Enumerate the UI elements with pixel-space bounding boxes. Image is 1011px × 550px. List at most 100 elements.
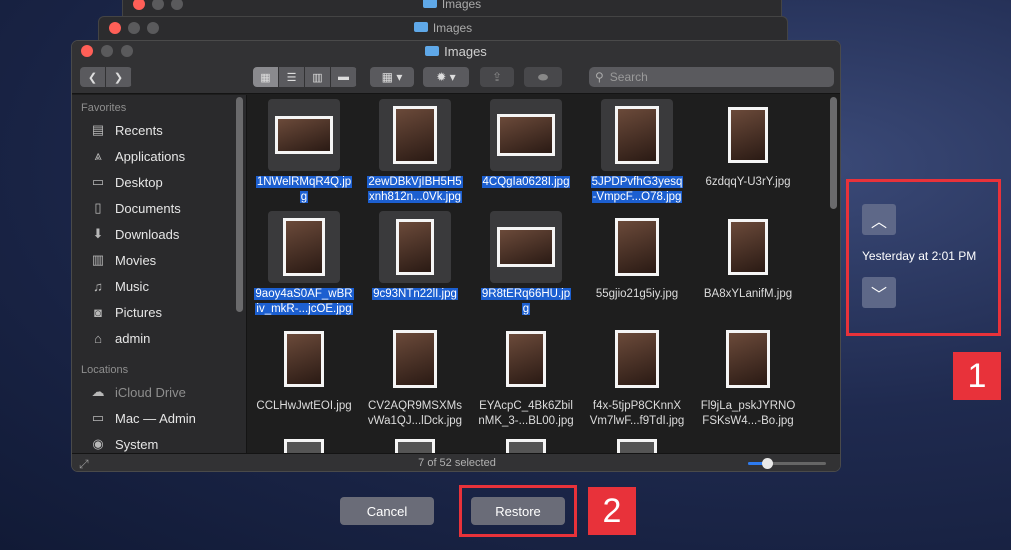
folder-icon — [413, 22, 428, 32]
column-view-button[interactable]: ▥ — [305, 67, 331, 87]
title-bar: Images — [72, 41, 840, 62]
file-name: 9aoy4aS0AF_wBR iv_mkR-...jcOE.jpg — [248, 287, 360, 317]
sidebar-item-desktop[interactable]: ▭ Desktop — [72, 169, 246, 195]
zoom-window-button[interactable] — [121, 45, 133, 57]
image-thumbnail — [615, 218, 659, 276]
file-item[interactable]: 1NWelRMqR4Q.jp g — [248, 99, 360, 205]
sidebar-item-icloud-drive[interactable]: ☁ iCloud Drive — [72, 379, 246, 405]
file-item[interactable]: Fl9jLa_pskJYRNO FSKsW4...-Bo.jpg — [692, 323, 804, 429]
image-thumbnail — [615, 330, 659, 388]
window-controls — [81, 45, 133, 57]
icon-view-button[interactable]: ▦ — [253, 67, 279, 87]
image-thumbnail[interactable] — [617, 439, 657, 453]
file-item[interactable]: CV2AQR9MSXMs vWa1QJ...lDck.jpg — [359, 323, 471, 429]
image-thumbnail — [393, 106, 437, 164]
list-view-button[interactable]: ☰ — [279, 67, 305, 87]
file-name-line: 2ewDBkVjIBH5H5 — [367, 176, 463, 188]
file-item[interactable]: 6zdqqY-U3rY.jpg — [692, 99, 804, 190]
icon-size-slider[interactable] — [748, 458, 826, 469]
image-thumbnail[interactable] — [395, 439, 435, 453]
file-name-line: g — [521, 303, 531, 315]
gallery-icon: ▬ — [338, 71, 349, 83]
file-item[interactable]: 2ewDBkVjIBH5H5 xnh812n...0Vk.jpg — [359, 99, 471, 205]
image-thumbnail — [728, 219, 768, 275]
restore-button[interactable]: Restore — [471, 497, 565, 525]
image-thumbnail[interactable] — [284, 439, 324, 453]
sidebar-item-documents[interactable]: ▯ Documents — [72, 195, 246, 221]
file-name: 9R8tERq66HU.jp g — [470, 287, 582, 317]
tag-icon: ⬬ — [537, 69, 549, 84]
cancel-button[interactable]: Cancel — [340, 497, 434, 525]
close-window-button[interactable] — [81, 45, 93, 57]
minimize-window-button[interactable] — [101, 45, 113, 57]
search-input[interactable] — [609, 70, 810, 84]
image-thumbnail — [497, 114, 555, 156]
sidebar-item-mac-admin[interactable]: ▭ Mac — Admin — [72, 405, 246, 431]
applications-icon: ⩓ — [94, 148, 102, 163]
file-thumbnail-frame — [379, 323, 451, 395]
forward-button[interactable]: ❯ — [106, 67, 132, 87]
sidebar-item-system[interactable]: ◉ System — [72, 431, 246, 453]
sidebar-item-admin[interactable]: ⌂ admin — [72, 325, 246, 351]
folder-icon — [422, 0, 437, 8]
sidebar-item-movies[interactable]: ▥ Movies — [72, 247, 246, 273]
chevron-down-icon: ﹀ — [870, 286, 887, 304]
file-item[interactable]: EYAcpC_4Bk6Zbil nMK_3-...BL00.jpg — [470, 323, 582, 429]
file-name-line: CCLHwJwtEOI.jpg — [256, 400, 352, 412]
backup-date-label: Yesterday at 2:01 PM — [862, 249, 977, 263]
file-thumbnail-frame — [379, 211, 451, 283]
sidebar-scrollbar[interactable] — [236, 97, 243, 312]
sidebar-item-music[interactable]: ♫ Music — [72, 273, 246, 299]
file-item[interactable]: BA8xYLanifM.jpg — [692, 211, 804, 302]
file-item[interactable]: 9R8tERq66HU.jp g — [470, 211, 582, 317]
back-button[interactable]: ❮ — [80, 67, 106, 87]
file-name: EYAcpC_4Bk6Zbil nMK_3-...BL00.jpg — [470, 399, 582, 429]
grid-scrollbar[interactable] — [830, 97, 837, 209]
file-item[interactable]: CCLHwJwtEOI.jpg — [248, 323, 360, 414]
group-by-button[interactable]: ▦ ▾ — [370, 67, 414, 87]
file-thumbnail-frame — [712, 211, 784, 283]
file-name-line: -VmpcF...O78.jpg — [591, 191, 683, 203]
file-item[interactable]: 4CQgIa0628I.jpg — [470, 99, 582, 190]
sidebar-item-label: Mac — Admin — [115, 410, 196, 426]
file-name-line: BA8xYLanifM.jpg — [703, 288, 793, 300]
file-item[interactable]: 5JPDPvfhG3yesq -VmpcF...O78.jpg — [581, 99, 693, 205]
gear-icon: ✹ ▾ — [436, 70, 456, 84]
grid-icon: ▦ — [260, 71, 271, 84]
file-name: BA8xYLanifM.jpg — [692, 287, 804, 302]
share-button[interactable]: ⇪ — [480, 67, 514, 87]
sidebar-item-recents[interactable]: ▤ Recents — [72, 117, 246, 143]
sidebar-item-pictures[interactable]: ◙ Pictures — [72, 299, 246, 325]
search-field[interactable]: ⚲ — [589, 67, 834, 87]
sidebar-item-applications[interactable]: ⩓ Applications — [72, 143, 246, 169]
file-thumbnail-frame — [379, 99, 451, 171]
previous-backup-button[interactable]: ︿ — [862, 204, 896, 235]
image-thumbnail[interactable] — [506, 439, 546, 453]
file-thumbnail-frame — [490, 211, 562, 283]
sidebar-item-downloads[interactable]: ⬇ Downloads — [72, 221, 246, 247]
file-item[interactable]: 9c93NTn22lI.jpg — [359, 211, 471, 302]
file-name-line: Vm7lwF...f9TdI.jpg — [589, 415, 685, 427]
file-name-line: 9c93NTn22lI.jpg — [372, 288, 458, 300]
image-thumbnail — [726, 330, 770, 388]
selection-count: 7 of 52 selected — [418, 457, 496, 469]
file-item[interactable]: 9aoy4aS0AF_wBR iv_mkR-...jcOE.jpg — [248, 211, 360, 317]
gallery-view-button[interactable]: ▬ — [331, 67, 357, 87]
file-thumbnail-frame — [601, 323, 673, 395]
tags-button[interactable]: ⬬ — [524, 67, 562, 87]
download-icon: ⬇ — [92, 226, 104, 241]
chevron-up-icon: ︿ — [870, 213, 887, 231]
file-item[interactable]: 55gjio21g5iy.jpg — [581, 211, 693, 302]
file-name: 55gjio21g5iy.jpg — [581, 287, 693, 302]
chevron-left-icon: ❮ — [87, 71, 98, 84]
file-item[interactable]: f4x-5tjpP8CKnnX Vm7lwF...f9TdI.jpg — [581, 323, 693, 429]
action-menu-button[interactable]: ✹ ▾ — [423, 67, 469, 87]
file-name: CCLHwJwtEOI.jpg — [248, 399, 360, 414]
sidebar-item-label: iCloud Drive — [115, 384, 186, 400]
file-name-line: 9aoy4aS0AF_wBR — [254, 288, 354, 300]
next-backup-button[interactable]: ﹀ — [862, 277, 896, 308]
file-thumbnail-frame — [268, 323, 340, 395]
navigation-buttons: ❮ ❯ — [80, 67, 132, 87]
slider-knob[interactable] — [761, 458, 773, 469]
window-controls — [109, 22, 159, 34]
